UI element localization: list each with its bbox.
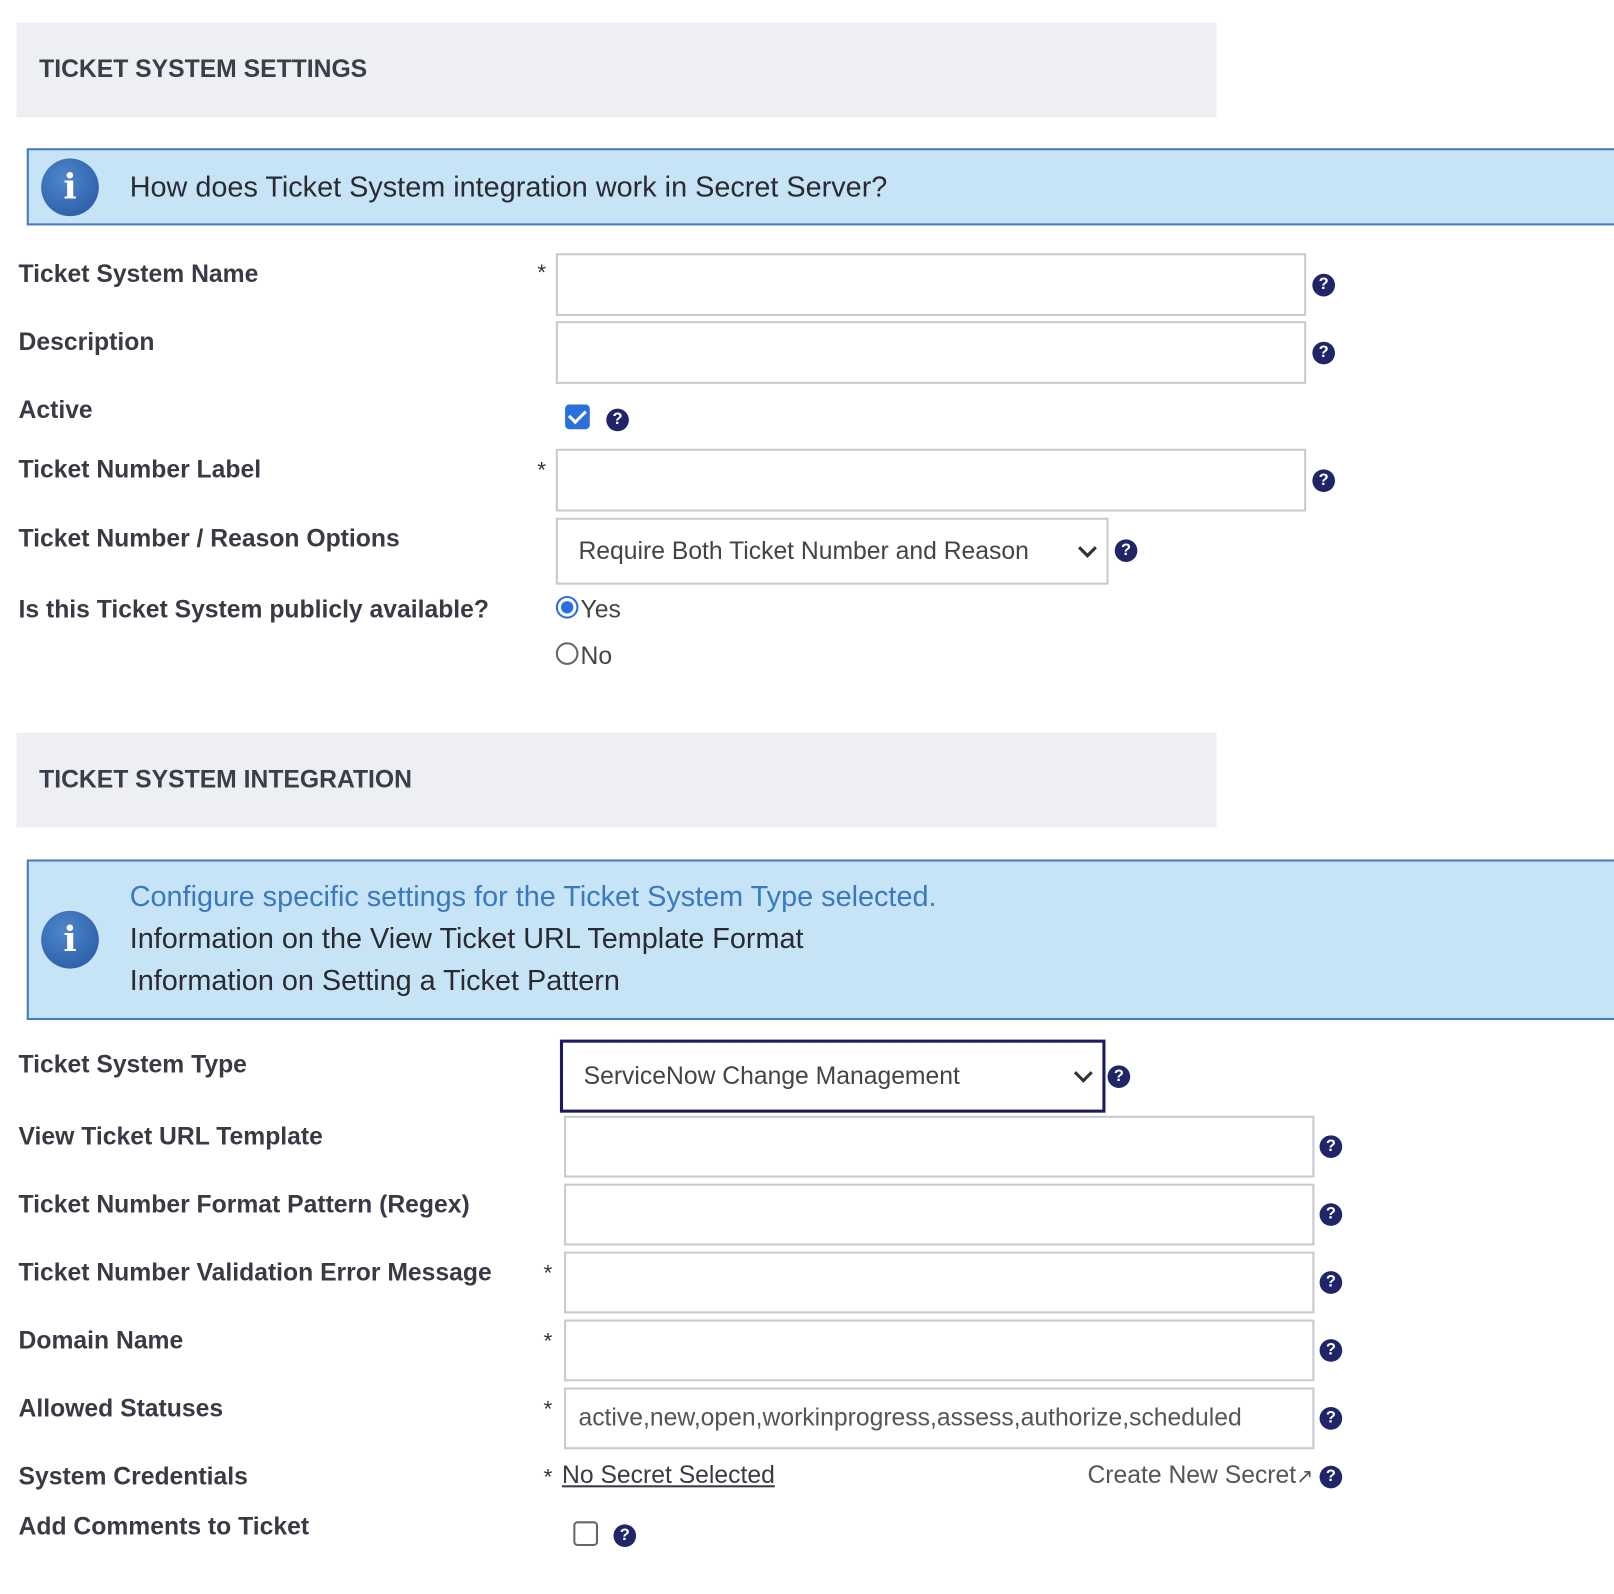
integration-section-header: TICKET SYSTEM INTEGRATION [16, 732, 1217, 828]
reason-options-select[interactable]: Require Both Ticket Number and Reason [555, 517, 1109, 585]
help-icon[interactable]: ? [1319, 1203, 1343, 1226]
ticket-system-type-value: ServiceNow Change Management [583, 1061, 960, 1090]
ticket-system-type-select[interactable]: ServiceNow Change Management [559, 1039, 1106, 1113]
allowed-statuses-label: Allowed Statuses [18, 1394, 224, 1423]
help-icon[interactable]: ? [613, 1524, 637, 1548]
create-new-secret-label: Create New Secret [1087, 1461, 1297, 1490]
settings-section-header: TICKET SYSTEM SETTINGS [16, 22, 1217, 118]
help-icon[interactable]: ? [1107, 1065, 1131, 1088]
description-input[interactable] [555, 321, 1307, 384]
description-label: Description [18, 328, 155, 357]
help-icon[interactable]: ? [1319, 1135, 1343, 1158]
url-template-label: View Ticket URL Template [18, 1122, 323, 1151]
domain-name-input[interactable] [564, 1319, 1315, 1382]
chevron-down-icon [1073, 1063, 1093, 1083]
public-yes-label[interactable]: Yes [581, 596, 621, 625]
required-marker: * [543, 1259, 553, 1286]
regex-input[interactable] [564, 1183, 1315, 1246]
integration-section-title: TICKET SYSTEM INTEGRATION [39, 765, 412, 794]
external-link-icon: ↗ [1296, 1465, 1314, 1489]
regex-label: Ticket Number Format Pattern (Regex) [18, 1190, 470, 1219]
required-marker: * [543, 1463, 553, 1490]
ticket-system-name-label: Ticket System Name [18, 260, 259, 289]
help-icon[interactable]: ? [1312, 341, 1336, 365]
create-new-secret-link[interactable]: Create New Secret↗ [1087, 1462, 1313, 1491]
public-no-label[interactable]: No [581, 642, 613, 671]
active-checkbox[interactable] [565, 404, 590, 430]
required-marker: * [537, 259, 547, 286]
required-marker: * [543, 1395, 553, 1422]
allowed-statuses-input[interactable]: active,new,open,workinprogress,assess,au… [564, 1387, 1315, 1450]
add-comments-label: Add Comments to Ticket [18, 1513, 310, 1541]
url-template-input[interactable] [564, 1115, 1315, 1178]
info-icon: i [41, 910, 99, 969]
help-icon[interactable]: ? [1312, 469, 1336, 493]
settings-info-banner: i How does Ticket System integration wor… [26, 148, 1614, 226]
chevron-down-icon [1077, 538, 1097, 558]
ticket-number-label-label: Ticket Number Label [18, 455, 262, 484]
validation-error-input[interactable] [564, 1251, 1315, 1314]
add-comments-checkbox[interactable] [573, 1521, 599, 1547]
url-template-info-link[interactable]: Information on the View Ticket URL Templ… [130, 922, 804, 955]
domain-name-label: Domain Name [18, 1326, 184, 1355]
public-label: Is this Ticket System publicly available… [18, 595, 489, 624]
ticket-number-label-input[interactable] [555, 448, 1307, 512]
help-icon[interactable]: ? [1312, 273, 1336, 297]
help-icon[interactable]: ? [1319, 1465, 1343, 1489]
checkmark-icon [567, 405, 587, 425]
settings-section-title: TICKET SYSTEM SETTINGS [39, 55, 368, 84]
help-icon[interactable]: ? [1319, 1339, 1343, 1362]
help-icon[interactable]: ? [1319, 1271, 1343, 1294]
reason-options-label: Ticket Number / Reason Options [18, 524, 400, 553]
system-credentials-label: System Credentials [18, 1462, 248, 1491]
reason-options-value: Require Both Ticket Number and Reason [578, 536, 1029, 565]
active-label: Active [18, 396, 93, 425]
required-marker: * [543, 1327, 553, 1354]
settings-info-link[interactable]: How does Ticket System integration work … [130, 171, 888, 204]
public-no-radio[interactable] [555, 642, 579, 665]
help-icon[interactable]: ? [1114, 539, 1138, 562]
integration-info-line: Configure specific settings for the Tick… [129, 880, 937, 912]
public-yes-radio[interactable] [555, 595, 579, 619]
required-marker: * [537, 457, 547, 483]
help-icon[interactable]: ? [606, 408, 629, 432]
ticket-pattern-info-link[interactable]: Information on Setting a Ticket Pattern [130, 964, 620, 997]
help-icon[interactable]: ? [1319, 1407, 1343, 1430]
ticket-system-type-label: Ticket System Type [18, 1050, 247, 1079]
validation-error-label: Ticket Number Validation Error Message [18, 1258, 492, 1287]
ticket-system-name-input[interactable] [555, 253, 1307, 316]
integration-info-banner: i Configure specific settings for the Ti… [26, 859, 1614, 1021]
no-secret-selected-link[interactable]: No Secret Selected [562, 1462, 775, 1491]
info-icon: i [41, 158, 99, 217]
